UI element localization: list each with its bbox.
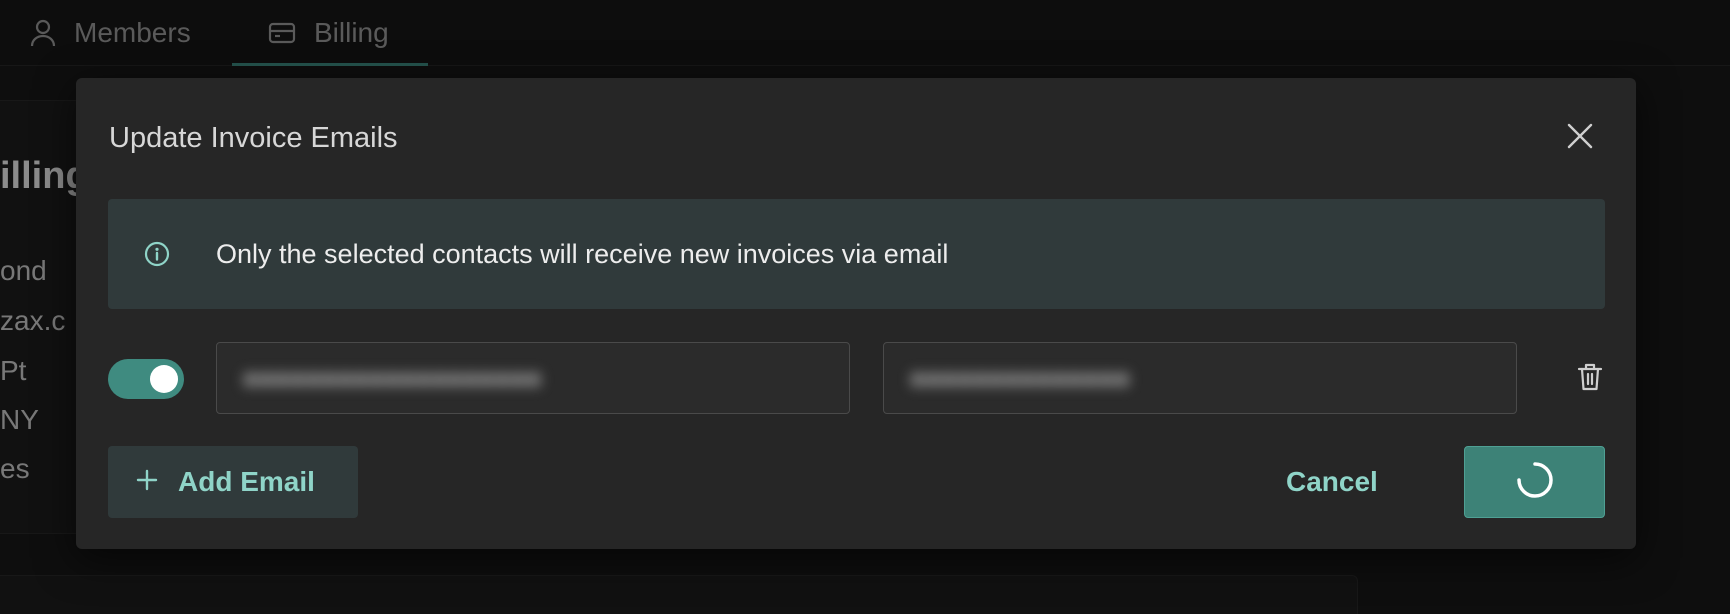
plus-icon <box>136 466 158 498</box>
dialog-title: Update Invoice Emails <box>109 122 398 154</box>
delete-contact-button[interactable] <box>1572 361 1608 397</box>
contact-enabled-toggle[interactable] <box>108 359 184 399</box>
info-message: Only the selected contacts will receive … <box>216 239 949 269</box>
app-page: Members Billing illing ond zax.c Pt NY e… <box>0 0 1730 614</box>
trash-icon <box>1577 362 1603 397</box>
cancel-label: Cancel <box>1286 466 1378 497</box>
cancel-button[interactable]: Cancel <box>1286 446 1378 518</box>
email-field-wrapper <box>216 342 850 414</box>
contact-row <box>108 342 1605 416</box>
info-banner: Only the selected contacts will receive … <box>108 199 1605 309</box>
add-email-button[interactable]: Add Email <box>108 446 358 518</box>
close-icon <box>1567 123 1593 154</box>
toggle-knob <box>150 365 178 393</box>
update-invoice-emails-dialog: Update Invoice Emails Only the selected … <box>76 78 1636 549</box>
add-email-label: Add Email <box>178 466 315 497</box>
info-icon <box>143 240 171 273</box>
contact-name-field[interactable] <box>884 343 1516 413</box>
save-button[interactable] <box>1464 446 1605 518</box>
close-button[interactable] <box>1562 120 1598 156</box>
loading-spinner-icon <box>1515 460 1555 505</box>
email-field[interactable] <box>217 343 849 413</box>
contact-name-field-wrapper <box>883 342 1517 414</box>
